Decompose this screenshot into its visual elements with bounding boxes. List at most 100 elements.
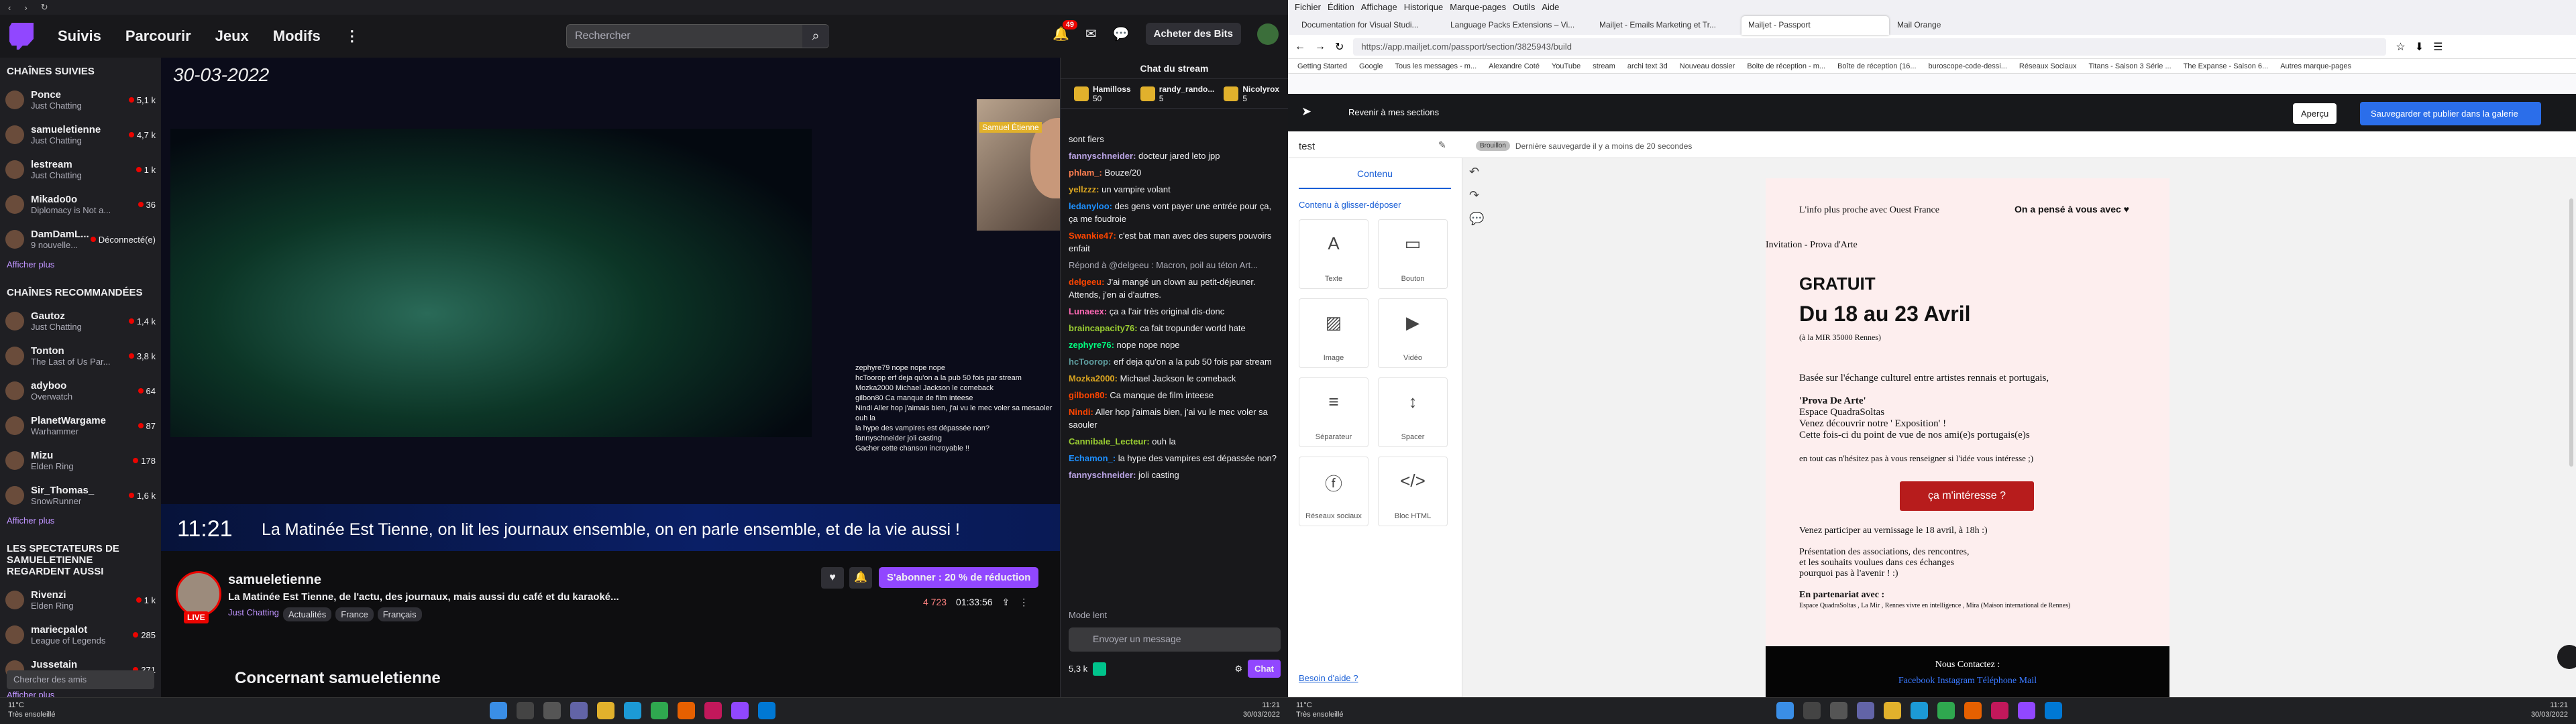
preview-button[interactable]: Aperçu [2293,103,2337,124]
app-icon[interactable] [704,702,722,719]
download-icon[interactable]: ⬇ [2415,40,2424,54]
sidebar-channel[interactable]: samueletienne Just Chatting 4,7 k [0,117,161,152]
file-explorer-icon[interactable] [1884,702,1901,719]
bookmark-item[interactable]: Google [1359,62,1383,70]
bookmark-item[interactable]: Nouveau dossier [1680,62,1735,70]
tag[interactable]: France [335,607,374,621]
gift-leader[interactable]: Nicolyrox 5 [1224,84,1279,103]
section-name[interactable]: test [1299,141,1315,152]
scrollbar[interactable] [2569,198,2573,467]
menu-item[interactable]: Marque-pages [1450,2,1506,12]
reload-icon[interactable]: ↻ [1335,40,1344,54]
browser-tab[interactable]: Mailjet - Emails Marketing et Tr... [1593,16,1740,35]
category-link[interactable]: Just Chatting [228,607,279,621]
chat-username[interactable]: delgeeu: [1069,277,1104,287]
nav-games[interactable]: Jeux [215,27,249,45]
sidebar-channel[interactable]: Sir_Thomas_ SnowRunner 1,6 k [0,478,161,513]
content-block[interactable]: ⓕ Réseaux sociaux [1299,457,1368,526]
weather-widget[interactable]: 11°C Très ensoleillé [8,701,56,719]
video-player[interactable]: 30-03-2022 Samuel Étienne zephyre79 nope… [161,58,1060,551]
sidebar-channel[interactable]: lestream Just Chatting 1 k [0,152,161,187]
redo-icon[interactable]: ↷ [1469,188,1484,202]
url-input[interactable]: https://app.mailjet.com/passport/section… [1353,38,2387,56]
browser-tab[interactable]: Mail Orange [1890,16,2038,35]
menu-hamburger-icon[interactable]: ☰ [2433,40,2443,54]
bookmark-item[interactable]: The Expanse - Saison 6... [2184,62,2269,70]
tag[interactable]: Actualités [282,607,332,621]
chat-username[interactable]: Swankie47: [1069,231,1116,241]
chat-username[interactable]: zephyre76: [1069,340,1114,350]
tab-content[interactable]: Contenu [1299,158,1451,189]
follow-heart-icon[interactable]: ♥ [821,567,844,589]
back-to-sections-link[interactable]: Revenir à mes sections [1348,107,1439,117]
bookmark-item[interactable]: archi text 3d [1627,62,1668,70]
reload-icon[interactable]: ↻ [41,2,48,13]
chat-username[interactable]: hcToorop: [1069,357,1111,367]
menu-item[interactable]: Aide [1542,2,1559,12]
sidebar-channel[interactable]: Rivenzi Elden Ring 1 k [0,583,161,617]
forward-icon[interactable]: › [24,3,27,13]
gift-leader[interactable]: Hamilloss 50 [1074,84,1131,103]
nav-browse[interactable]: Parcourir [125,27,191,45]
twitch-app-icon[interactable] [731,702,749,719]
buy-bits-button[interactable]: Acheter des Bits [1145,23,1241,45]
firefox-icon[interactable] [1964,702,1982,719]
bookmark-item[interactable]: buroscope-code-dessi... [1929,62,2007,70]
search-icon[interactable]: ⌕ [802,25,829,48]
chat-app-icon[interactable] [570,702,588,719]
edge-icon[interactable] [624,702,641,719]
search-icon[interactable] [517,702,534,719]
share-icon[interactable]: ⇪ [1002,597,1010,608]
save-publish-button[interactable]: Sauvegarder et publier dans la galerie [2360,102,2541,125]
content-block[interactable]: ▨ Image [1299,298,1368,368]
chat-username[interactable]: Lunaeex: [1069,306,1107,316]
chat-username[interactable]: fannyschneider: [1069,470,1136,480]
menu-item[interactable]: Outils [1513,2,1535,12]
forward-arrow-icon[interactable]: → [1315,41,1326,53]
clock[interactable]: 11:21 30/03/2022 [2531,701,2568,719]
content-block[interactable]: ▶ Vidéo [1378,298,1448,368]
sidebar-channel[interactable]: Ponce Just Chatting 5,1 k [0,82,161,117]
channel-points[interactable]: 5,3 k [1069,664,1087,674]
help-chat-fab[interactable] [2557,645,2576,669]
drag-content-group[interactable]: Contenu à glisser-déposer [1288,189,1462,217]
windows-start-icon[interactable] [1776,702,1794,719]
chat-username[interactable]: Echamon_: [1069,453,1116,463]
chat-username[interactable]: braincapacity76: [1069,323,1138,333]
task-view-icon[interactable] [1830,702,1847,719]
email-preview[interactable]: L'info plus proche avec Ouest France On … [1766,178,2169,700]
menu-item[interactable]: Affichage [1361,2,1397,12]
bookmark-item[interactable]: YouTube [1552,62,1580,70]
windows-start-icon[interactable] [490,702,507,719]
vscode-icon[interactable] [758,702,775,719]
undo-icon[interactable]: ↶ [1469,165,1484,179]
weather-widget[interactable]: 11°C Très ensoleillé [1296,701,1344,719]
content-block[interactable]: ▭ Bouton [1378,219,1448,289]
subscribe-button[interactable]: S'abonner : 20 % de réduction [879,567,1039,588]
clock[interactable]: 11:21 30/03/2022 [1243,701,1280,719]
chat-username[interactable]: gilbon80: [1069,390,1108,400]
show-more-link[interactable]: Afficher plus [0,257,161,279]
gift-leader[interactable]: randy_rando... 5 [1140,84,1214,103]
bookmark-item[interactable]: Réseaux Sociaux [2019,62,2077,70]
search-friends-input[interactable]: Chercher des amis [7,670,154,689]
file-explorer-icon[interactable] [597,702,614,719]
channel-name[interactable]: samueletienne [228,572,321,588]
chat-username[interactable]: Mozka2000: [1069,373,1118,383]
sidebar-channel[interactable]: PlanetWargame Warhammer 87 [0,408,161,443]
content-block[interactable]: A Texte [1299,219,1368,289]
content-block[interactable]: </> Bloc HTML [1378,457,1448,526]
chat-send-button[interactable]: Chat [1248,660,1281,678]
chat-username[interactable]: Cannibale_Lecteur: [1069,436,1150,446]
user-avatar[interactable] [1257,23,1279,45]
chat-input[interactable]: Envoyer un message [1069,627,1281,652]
task-view-icon[interactable] [543,702,561,719]
search-input[interactable]: Rechercher [566,24,829,48]
notifications-icon[interactable]: 🔔 49 [1053,20,1077,42]
search-icon[interactable] [1803,702,1821,719]
browser-tab[interactable]: Documentation for Visual Studi... [1295,16,1442,35]
chrome-icon[interactable] [651,702,668,719]
chat-username[interactable]: Nindi: [1069,407,1093,417]
nav-mods[interactable]: Modifs [273,27,321,45]
menu-item[interactable]: Historique [1404,2,1444,12]
